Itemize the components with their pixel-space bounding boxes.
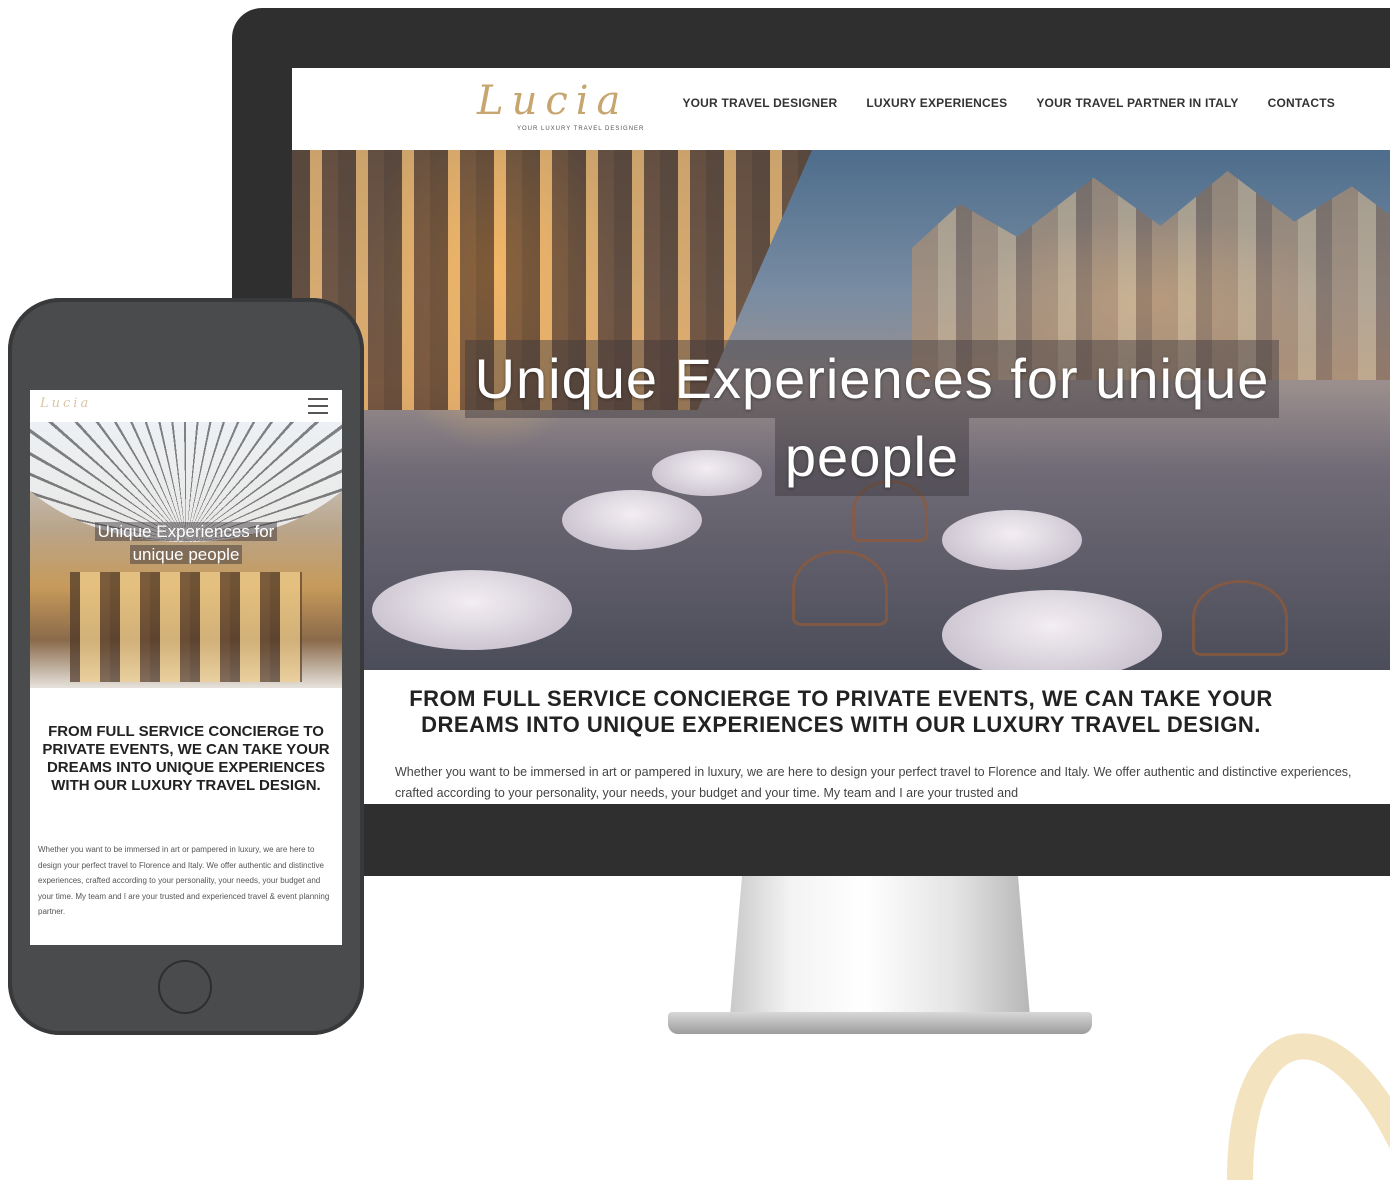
galleria-arcade-illustration [70,572,302,682]
intro-heading: FROM FULL SERVICE CONCIERGE TO PRIVATE E… [292,686,1390,738]
intro-heading-line-2: DREAMS INTO UNIQUE EXPERIENCES WITH OUR … [421,712,1261,737]
intro-paragraph: Whether you want to be immersed in art o… [395,765,1352,800]
nav-item-travel-partner[interactable]: YOUR TRAVEL PARTNER IN ITALY [1036,96,1238,110]
cafe-table [942,510,1082,570]
nav-item-luxury-experiences[interactable]: LUXURY EXPERIENCES [866,96,1007,110]
hero-image-venice: Unique Experiences for unique people [292,150,1390,670]
desktop-monitor-base [668,1012,1092,1034]
intro-heading-line-1: FROM FULL SERVICE CONCIERGE TO PRIVATE E… [409,686,1273,711]
mobile-intro-paragraph: Whether you want to be immersed in art o… [38,845,330,916]
hamburger-menu-icon[interactable] [308,398,328,414]
nav-item-contacts[interactable]: CONTACTS [1268,96,1335,110]
mobile-hero-title: Unique Experiences for unique people [80,520,292,566]
hero-title: Unique Experiences for unique people [352,340,1390,496]
decorative-swoosh [1227,1033,1390,1180]
phone-home-button [158,960,212,1014]
mobile-site-header: Lucia [30,390,342,422]
cafe-table [562,490,702,550]
site-logo[interactable]: Lucia YOUR LUXURY TRAVEL DESIGNER [477,78,667,136]
mobile-site-logo[interactable]: Lucia [40,396,91,411]
cafe-table [942,590,1162,670]
desktop-monitor-stand [730,876,1030,1016]
logo-script: Lucia [477,78,629,124]
desktop-website: Lucia YOUR LUXURY TRAVEL DESIGNER YOUR T… [292,68,1390,804]
mobile-intro-heading: FROM FULL SERVICE CONCIERGE TO PRIVATE E… [42,723,330,794]
mobile-hero-image-galleria: Unique Experiences for unique people [30,422,342,688]
cafe-chair [1192,580,1288,656]
mobile-hero-title-line-1: Unique Experiences for [94,522,278,541]
mobile-website: Lucia Unique Experiences for unique peop… [30,390,342,945]
mobile-hero-title-line-2: unique people [129,545,243,564]
cafe-chair [792,550,888,626]
cafe-table [372,570,572,650]
main-navigation: YOUR TRAVEL DESIGNER LUXURY EXPERIENCES … [682,96,1335,110]
hero-title-line-2: people [774,418,970,496]
hero-title-line-1: Unique Experiences for unique [464,340,1280,418]
nav-item-travel-designer[interactable]: YOUR TRAVEL DESIGNER [682,96,837,110]
logo-tagline: YOUR LUXURY TRAVEL DESIGNER [517,126,645,132]
desktop-site-header: Lucia YOUR LUXURY TRAVEL DESIGNER YOUR T… [292,68,1390,150]
